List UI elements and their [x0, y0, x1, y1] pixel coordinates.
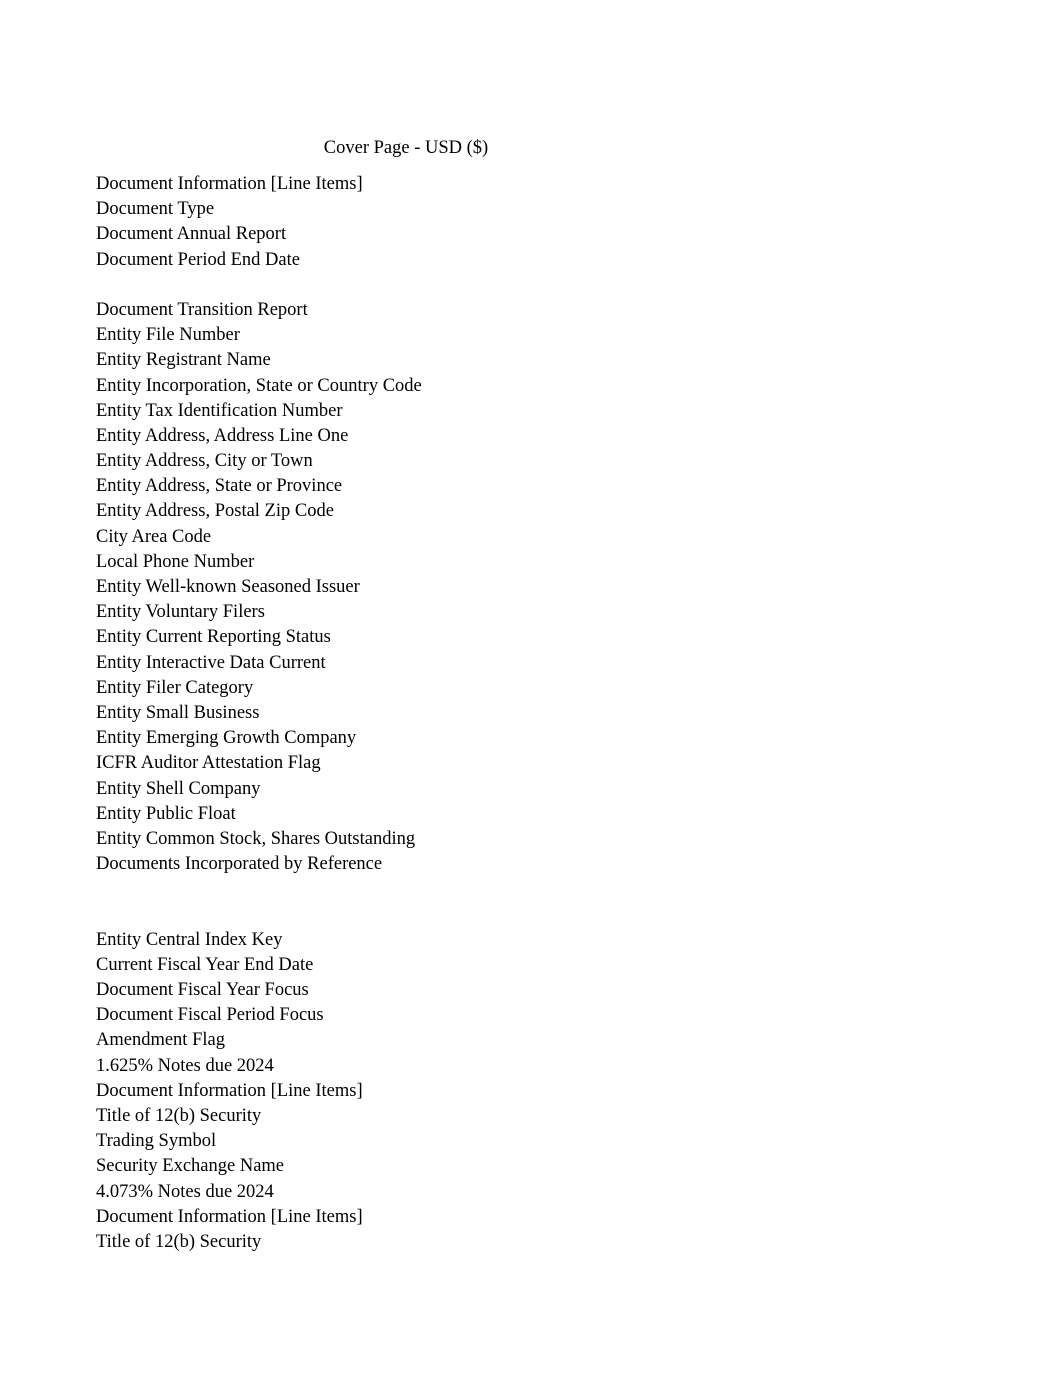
- line-item-row: Entity Address, Postal Zip Code: [96, 499, 796, 524]
- line-item-label: Entity Filer Category: [96, 677, 254, 698]
- line-item-row: Document Information [Line Items]: [96, 1205, 796, 1230]
- line-item-row: Local Phone Number: [96, 550, 796, 575]
- line-item-label: Entity Current Reporting Status: [96, 627, 331, 648]
- line-item-label-column: Document Information [Line Items] Documen…: [96, 172, 796, 1255]
- line-item-row: Entity File Number: [96, 323, 796, 348]
- line-item-row: Entity Well-known Seasoned Issuer: [96, 575, 796, 600]
- line-item-label: Document Fiscal Year Focus: [96, 980, 309, 1000]
- line-item-row: City Area Code: [96, 525, 796, 550]
- line-item-label: Document Fiscal Period Focus: [96, 1005, 324, 1026]
- line-item-label: Entity Small Business: [96, 702, 260, 723]
- line-item-row: Trading Symbol: [96, 1129, 796, 1154]
- line-item-label: City Area Code: [96, 526, 212, 547]
- line-item-row: Entity Public Float: [96, 802, 796, 827]
- document-page: Cover Page - USD ($) Document Informatio…: [0, 0, 1062, 1377]
- line-item-label: Security Exchange Name: [96, 1156, 285, 1177]
- line-item-label: Title of 12(b) Security: [96, 1231, 262, 1252]
- line-item-row: Document Transition Report: [96, 298, 796, 323]
- line-item-label: Entity Well-known Seasoned Issuer: [96, 577, 360, 597]
- line-item-row: Entity Small Business: [96, 701, 796, 726]
- line-item-label: Document Transition Report: [96, 299, 308, 320]
- line-item-row: Entity Address, Address Line One: [96, 424, 796, 449]
- line-item-row: Entity Registrant Name: [96, 348, 796, 373]
- line-item-label: Local Phone Number: [96, 551, 255, 572]
- line-item-label: Document Type: [96, 199, 215, 220]
- line-item-label: Entity Address, Postal Zip Code: [96, 501, 334, 522]
- line-item-label: Entity Central Index Key: [96, 929, 283, 950]
- line-item-row: Document Annual Report: [96, 222, 796, 247]
- line-item-label: ICFR Auditor Attestation Flag: [96, 753, 321, 774]
- line-item-row: Entity Current Reporting Status: [96, 625, 796, 650]
- line-item-row: ICFR Auditor Attestation Flag: [96, 751, 796, 776]
- line-item-label: 4.073% Notes due 2024: [96, 1181, 274, 1202]
- line-item-row: Entity Central Index Key: [96, 928, 796, 953]
- line-item-row: Entity Address, City or Town: [96, 449, 796, 474]
- line-item-row: Document Information [Line Items]: [96, 1079, 796, 1104]
- line-item-row: Document Type: [96, 197, 796, 222]
- line-item-row: 1.625% Notes due 2024: [96, 1054, 796, 1079]
- line-item-row: Security Exchange Name: [96, 1154, 796, 1179]
- line-item-row: Title of 12(b) Security: [96, 1230, 796, 1255]
- line-item-row: Entity Tax Identification Number: [96, 399, 796, 424]
- line-item-label: Entity Incorporation, State or Country C…: [96, 375, 422, 396]
- line-item-label: Entity File Number: [96, 325, 240, 346]
- line-item-label: Current Fiscal Year End Date: [96, 954, 314, 975]
- line-item-row: 4.073% Notes due 2024: [96, 1180, 796, 1205]
- line-item-label: Entity Shell Company: [96, 778, 261, 799]
- line-item-row: Entity Shell Company: [96, 777, 796, 802]
- line-item-row: Entity Address, State or Province: [96, 474, 796, 499]
- line-item-label: Document Information [Line Items]: [96, 1206, 363, 1227]
- line-item-row: Documents Incorporated by Reference: [96, 852, 796, 877]
- row-spacer: [96, 902, 796, 927]
- line-item-row: Entity Filer Category: [96, 676, 796, 701]
- line-item-row: Document Fiscal Year Focus: [96, 978, 796, 1003]
- line-item-label: Entity Registrant Name: [96, 350, 271, 371]
- line-item-label: Entity Public Float: [96, 803, 236, 824]
- line-item-label: Entity Emerging Growth Company: [96, 728, 357, 749]
- line-item-label: Trading Symbol: [96, 1131, 217, 1152]
- line-item-label: 1.625% Notes due 2024: [96, 1055, 274, 1076]
- line-item-row: Title of 12(b) Security: [96, 1104, 796, 1129]
- line-item-label: Document Information [Line Items]: [96, 1080, 363, 1101]
- line-item-row: Entity Incorporation, State or Country C…: [96, 374, 796, 399]
- line-item-label: Documents Incorporated by Reference: [96, 854, 383, 875]
- line-item-row: Document Period End Date: [96, 248, 796, 273]
- line-item-label: Entity Tax Identification Number: [96, 400, 343, 421]
- line-item-row: Entity Voluntary Filers: [96, 600, 796, 625]
- line-item-row: Entity Emerging Growth Company: [96, 726, 796, 751]
- page-title: Cover Page - USD ($): [323, 138, 489, 158]
- line-item-label: Entity Address, City or Town: [96, 451, 313, 472]
- row-spacer: [96, 877, 796, 902]
- line-item-label: Entity Address, Address Line One: [96, 425, 349, 446]
- line-item-row: Document Information [Line Items]: [96, 172, 796, 197]
- line-item-label: Entity Voluntary Filers: [96, 602, 265, 623]
- line-item-label: Document Information [Line Items]: [96, 174, 363, 194]
- line-item-label: Entity Interactive Data Current: [96, 652, 326, 673]
- line-item-row: Document Fiscal Period Focus: [96, 1003, 796, 1028]
- line-item-row: Entity Common Stock, Shares Outstanding: [96, 827, 796, 852]
- line-item-label: Amendment Flag: [96, 1030, 225, 1051]
- line-item-row: Amendment Flag: [96, 1028, 796, 1053]
- line-item-row: Current Fiscal Year End Date: [96, 953, 796, 978]
- line-item-row: Entity Interactive Data Current: [96, 651, 796, 676]
- line-item-label: Document Period End Date: [96, 249, 300, 270]
- line-item-label: Document Annual Report: [96, 224, 287, 245]
- row-spacer: [96, 273, 796, 298]
- line-item-label: Entity Address, State or Province: [96, 476, 343, 497]
- line-item-label: Entity Common Stock, Shares Outstanding: [96, 828, 416, 849]
- line-item-label: Title of 12(b) Security: [96, 1105, 262, 1126]
